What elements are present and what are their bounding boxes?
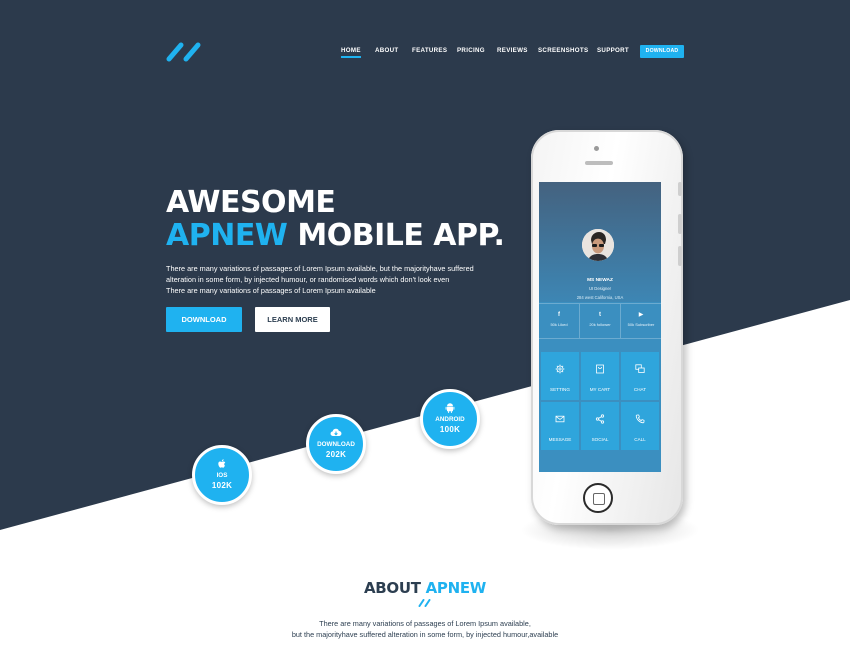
facebook-icon: f bbox=[558, 312, 560, 318]
phone-volume-down bbox=[678, 246, 682, 266]
tile-social[interactable]: SOCIAL bbox=[581, 402, 619, 450]
stat-ios-label: IOS bbox=[216, 472, 228, 479]
nav-pricing[interactable]: PRICING bbox=[457, 47, 485, 54]
learn-more-button[interactable]: LEARN MORE bbox=[255, 307, 330, 332]
profile-header: MS NEWAZ UI Designer 284 west California… bbox=[539, 182, 661, 302]
logo-icon[interactable] bbox=[166, 41, 204, 63]
envelope-icon bbox=[555, 415, 565, 423]
nav-about[interactable]: ABOUT bbox=[375, 47, 399, 54]
hero-title-rest: MOBILE APP. bbox=[287, 218, 505, 253]
social-twitter-text: 20k follower bbox=[589, 322, 611, 327]
phone-volume-up bbox=[678, 214, 682, 234]
profile-name: MS NEWAZ bbox=[587, 278, 613, 283]
nav-features[interactable]: FEATURES bbox=[412, 47, 447, 54]
social-facebook[interactable]: f 50k Liked bbox=[539, 304, 580, 338]
stat-android-value: 100K bbox=[439, 425, 461, 434]
tile-setting[interactable]: SETTING bbox=[541, 352, 579, 400]
youtube-icon: ▶ bbox=[638, 312, 644, 318]
hero-title-line1: AWESOME bbox=[166, 185, 336, 220]
social-youtube-text: 50k Subscriber bbox=[627, 322, 655, 327]
cloud-download-icon bbox=[330, 428, 342, 437]
about-description: There are many variations of passages of… bbox=[0, 618, 850, 640]
phone-speaker bbox=[585, 161, 613, 165]
tile-call[interactable]: CALL bbox=[621, 402, 659, 450]
nav-reviews[interactable]: REVIEWS bbox=[497, 47, 528, 54]
tile-chat[interactable]: CHAT bbox=[621, 352, 659, 400]
tile-chat-label: CHAT bbox=[633, 387, 647, 392]
stat-download[interactable]: DOWNLOAD 202K bbox=[306, 414, 366, 474]
phone-home-button bbox=[583, 483, 613, 513]
stat-download-value: 202K bbox=[325, 450, 347, 459]
profile-role: UI Designer bbox=[588, 286, 612, 291]
apple-icon bbox=[218, 459, 226, 468]
social-stats-row: f 50k Liked t 20k follower ▶ 50k Subscri… bbox=[539, 303, 661, 339]
hero-description-line2: alteration in some form, by injected hum… bbox=[166, 275, 450, 284]
chat-icon bbox=[635, 364, 645, 373]
stat-android[interactable]: ANDROID 100K bbox=[420, 389, 480, 449]
phone-icon bbox=[635, 414, 645, 424]
about-title-main: ABOUT bbox=[363, 579, 421, 597]
hero-title-accent: APNEW bbox=[166, 218, 288, 253]
hero-description: There are many variations of passages of… bbox=[166, 263, 506, 296]
social-youtube[interactable]: ▶ 50k Subscriber bbox=[621, 304, 661, 338]
download-button[interactable]: DOWNLOAD bbox=[166, 307, 242, 332]
phone-screen: MS NEWAZ UI Designer 284 west California… bbox=[539, 182, 661, 472]
tile-my-cart-label: MY CART bbox=[589, 387, 611, 392]
app-tiles-grid: SETTING MY CART CHAT MESSAGE SOCIAL CALL bbox=[541, 352, 659, 450]
about-divider-icon bbox=[418, 599, 431, 607]
about-title: ABOUT APNEW bbox=[0, 579, 850, 597]
about-title-accent: APNEW bbox=[425, 579, 487, 597]
about-description-line2: but the majorityhave suffered alteration… bbox=[291, 630, 559, 639]
twitter-icon: t bbox=[599, 312, 601, 318]
tile-call-label: CALL bbox=[634, 437, 646, 442]
avatar-portrait-icon bbox=[582, 229, 614, 261]
phone-mute-switch bbox=[678, 182, 682, 196]
nav-download-button[interactable]: DOWNLOAD bbox=[640, 45, 684, 58]
tile-message[interactable]: MESSAGE bbox=[541, 402, 579, 450]
hero-description-line1: There are many variations of passages of… bbox=[166, 264, 474, 273]
phone-camera bbox=[594, 146, 599, 151]
share-icon bbox=[595, 414, 605, 424]
android-icon bbox=[445, 403, 455, 413]
nav-home[interactable]: HOME bbox=[341, 47, 361, 58]
nav-screenshots[interactable]: SCREENSHOTS bbox=[538, 47, 588, 54]
tile-my-cart[interactable]: MY CART bbox=[581, 352, 619, 400]
tile-setting-label: SETTING bbox=[550, 387, 570, 392]
avatar bbox=[582, 229, 614, 261]
stat-ios[interactable]: IOS 102K bbox=[192, 445, 252, 505]
profile-location: 284 west California, USA bbox=[576, 295, 624, 300]
stat-download-label: DOWNLOAD bbox=[317, 441, 355, 448]
hero-description-line3: There are many variations of passages of… bbox=[166, 286, 376, 295]
gear-icon bbox=[555, 364, 565, 374]
about-description-line1: There are many variations of passages of… bbox=[319, 619, 531, 628]
stat-ios-value: 102K bbox=[211, 481, 233, 490]
social-facebook-text: 50k Liked bbox=[550, 322, 568, 327]
tile-social-label: SOCIAL bbox=[591, 437, 609, 442]
nav-support[interactable]: SUPPORT bbox=[597, 47, 629, 54]
stat-android-label: ANDROID bbox=[435, 416, 465, 423]
social-twitter[interactable]: t 20k follower bbox=[580, 304, 621, 338]
tile-message-label: MESSAGE bbox=[548, 437, 572, 442]
hero-title: AWESOME APNEW MOBILE APP. bbox=[166, 185, 505, 253]
cart-icon bbox=[596, 364, 604, 374]
